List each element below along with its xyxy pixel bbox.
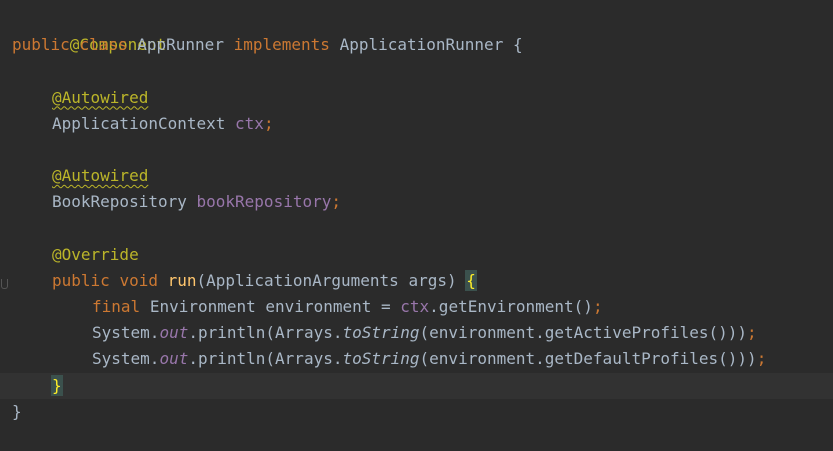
semicolon: ; xyxy=(331,192,341,212)
code-line-15[interactable]: } xyxy=(0,372,833,399)
println-call: .println(Arrays. xyxy=(188,349,343,369)
static-out: out xyxy=(159,323,189,343)
annotation-override: @Override xyxy=(52,244,139,264)
type-application-context: ApplicationContext xyxy=(52,113,226,133)
method-run: run xyxy=(167,270,197,290)
code-line-14[interactable]: System.out.println(Arrays.toString(envir… xyxy=(0,346,833,372)
active-profiles-call: (environment.getActiveProfiles())) xyxy=(419,323,748,343)
interface-name: ApplicationRunner xyxy=(339,35,504,55)
code-line-7[interactable]: @Autowired xyxy=(0,163,833,189)
class-name: AppRunner xyxy=(137,35,224,55)
code-line-1[interactable]: @Component xyxy=(0,6,833,54)
class-open-brace: { xyxy=(512,35,523,55)
code-line-2[interactable]: public class AppRunner implements Applic… xyxy=(0,32,833,58)
keyword-public: public xyxy=(12,35,70,55)
annotation-autowired-ctx: @Autowired xyxy=(52,87,149,107)
static-tostring: toString xyxy=(342,323,420,343)
keyword-final: final xyxy=(92,297,141,317)
semicolon: ; xyxy=(263,113,274,133)
system-class: System. xyxy=(92,349,160,369)
println-call: .println(Arrays. xyxy=(188,323,343,343)
field-ctx: ctx xyxy=(235,113,264,133)
field-book-repository: bookRepository xyxy=(196,192,332,212)
code-line-9[interactable] xyxy=(0,216,833,242)
code-line-6[interactable] xyxy=(0,137,833,163)
system-class: System. xyxy=(92,323,160,343)
field-ctx-ref: ctx xyxy=(400,297,430,317)
code-line-10[interactable]: @Override xyxy=(0,242,833,268)
code-line-5[interactable]: ApplicationContext ctx; xyxy=(0,111,833,137)
static-out: out xyxy=(159,349,189,369)
environment-declaration: Environment environment = xyxy=(149,297,401,317)
semicolon: ; xyxy=(592,297,603,317)
code-line-12[interactable]: final Environment environment = ctx.getE… xyxy=(0,294,833,320)
keyword-class: class xyxy=(79,35,128,55)
code-line-8[interactable]: BookRepository bookRepository; xyxy=(0,189,833,215)
static-tostring: toString xyxy=(342,349,420,369)
run-params: (ApplicationArguments args) xyxy=(196,270,467,290)
class-close-brace: } xyxy=(12,401,22,421)
code-editor[interactable]: @Component public class AppRunner implem… xyxy=(0,0,833,451)
get-environment-call: .getEnvironment() xyxy=(429,297,593,317)
keyword-public: public xyxy=(52,270,110,290)
method-close-brace: } xyxy=(51,374,63,396)
keyword-void: void xyxy=(119,270,158,290)
annotation-autowired-repo: @Autowired xyxy=(52,166,149,186)
code-line-4[interactable]: @Autowired xyxy=(0,85,833,111)
default-profiles-call: (environment.getDefaultProfiles())) xyxy=(419,349,757,369)
semicolon: ; xyxy=(747,323,757,343)
code-line-3[interactable] xyxy=(0,58,833,84)
type-book-repository: BookRepository xyxy=(52,192,187,212)
code-line-16[interactable]: } xyxy=(0,399,833,425)
method-open-brace: { xyxy=(465,269,477,291)
code-line-13[interactable]: System.out.println(Arrays.toString(envir… xyxy=(0,320,833,346)
semicolon: ; xyxy=(756,349,767,369)
code-line-11[interactable]: public void run(ApplicationArguments arg… xyxy=(0,268,833,294)
code-area[interactable]: @Component public class AppRunner implem… xyxy=(0,6,833,425)
keyword-implements: implements xyxy=(233,35,330,55)
